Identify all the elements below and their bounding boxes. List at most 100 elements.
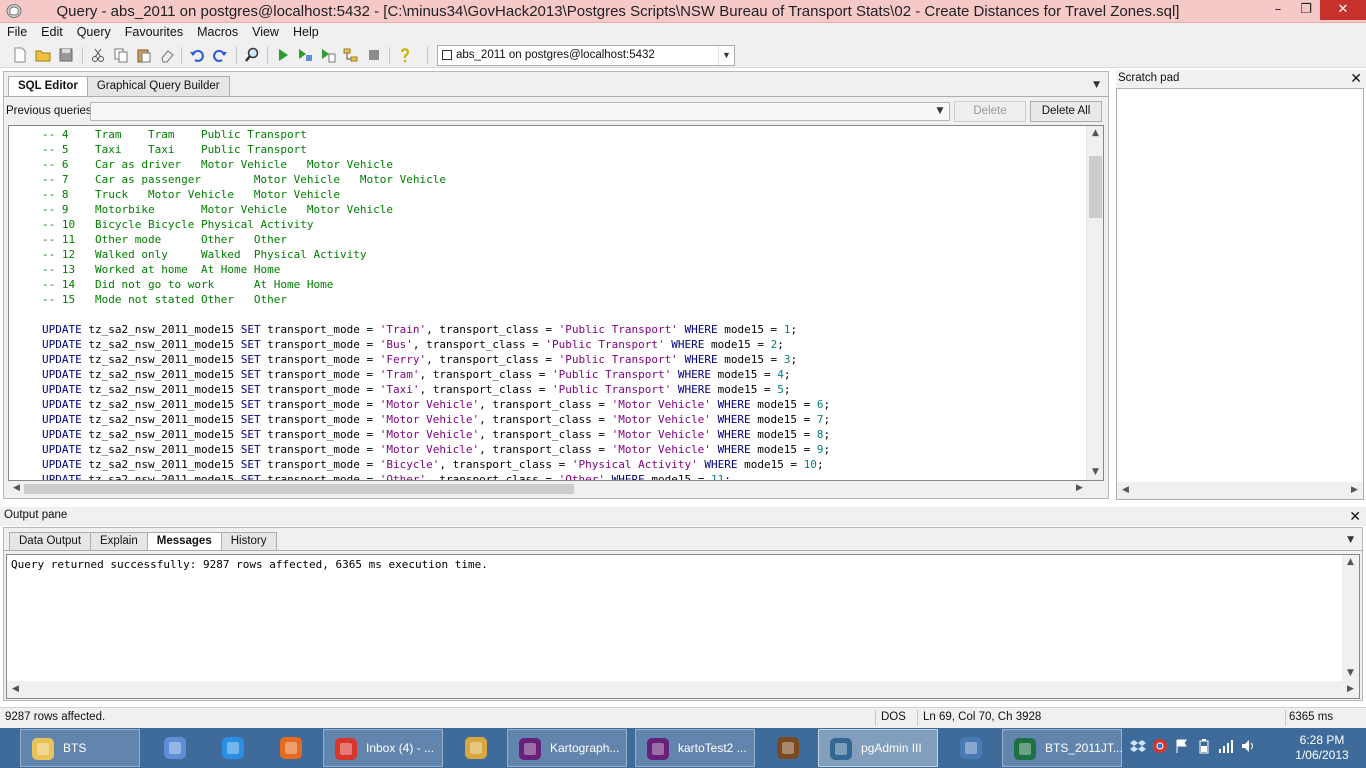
chevron-down-icon[interactable]: ▼: [932, 103, 948, 120]
cut-icon[interactable]: [90, 47, 106, 63]
explain-query-icon[interactable]: [343, 47, 359, 63]
sql-string: 'Motor Vehicle': [611, 413, 711, 426]
taskbar-button-0[interactable]: BTS: [20, 729, 140, 767]
output-vertical-scrollbar[interactable]: ▲ ▼: [1342, 555, 1359, 681]
close-button[interactable]: ✕: [1320, 0, 1366, 20]
scroll-left-icon[interactable]: ◀: [8, 481, 25, 496]
menu-view[interactable]: View: [245, 23, 286, 43]
execute-icon[interactable]: [275, 47, 291, 63]
messages-output[interactable]: Query returned successfully: 9287 rows a…: [6, 554, 1360, 699]
taskbar-button-9[interactable]: pgAdmin III: [818, 729, 938, 767]
open-folder-icon[interactable]: [35, 47, 51, 63]
taskbar-button-label: pgAdmin III: [861, 741, 922, 755]
sql-string: 'Motor Vehicle': [611, 428, 711, 441]
sql-identifier: , transport_class =: [426, 323, 559, 336]
help-icon[interactable]: [397, 47, 413, 63]
editor-vertical-scrollbar[interactable]: ▲ ▼: [1086, 126, 1103, 480]
sql-code-editor[interactable]: -- 4 Tram Tram Public Transport -- 5 Taxi…: [8, 125, 1104, 481]
connection-checkbox[interactable]: [442, 50, 452, 60]
volume-icon[interactable]: [1240, 738, 1256, 754]
taskbar-button-label: BTS: [63, 741, 87, 755]
taskbar-button-6[interactable]: Kartograph...: [507, 729, 627, 767]
scroll-up-icon[interactable]: ▲: [1342, 555, 1359, 570]
execute-pgscript-icon[interactable]: [297, 47, 313, 63]
dropbox-icon[interactable]: [1130, 738, 1146, 754]
scroll-down-icon[interactable]: ▼: [1087, 465, 1103, 480]
redo-icon[interactable]: [212, 47, 228, 63]
sql-identifier: , transport_class =: [479, 413, 612, 426]
paste-icon[interactable]: [136, 47, 152, 63]
delete-all-button[interactable]: Delete All: [1030, 101, 1102, 122]
scroll-left-icon[interactable]: ◀: [1117, 483, 1134, 498]
chrome-tray-icon[interactable]: [1152, 738, 1168, 754]
taskbar-button-5[interactable]: [451, 729, 501, 767]
tab-explain[interactable]: Explain: [90, 532, 148, 550]
tab-menu-arrow-icon[interactable]: ▼: [1093, 80, 1100, 90]
new-file-icon[interactable]: [12, 47, 28, 63]
delete-button[interactable]: Delete: [954, 101, 1026, 122]
tab-messages[interactable]: Messages: [146, 532, 222, 551]
output-horizontal-scrollbar[interactable]: ◀ ▶: [7, 681, 1359, 698]
eraser-icon[interactable]: [159, 47, 175, 63]
scroll-thumb[interactable]: [24, 484, 574, 494]
taskbar-clock[interactable]: 6:28 PM 1/06/2013: [1282, 733, 1362, 763]
close-icon[interactable]: ✕: [1350, 70, 1362, 87]
tab-menu-arrow-icon[interactable]: ▼: [1347, 535, 1354, 545]
sql-keyword: UPDATE: [42, 323, 82, 336]
scroll-right-icon[interactable]: ▶: [1346, 483, 1363, 498]
undo-icon[interactable]: [189, 47, 205, 63]
sql-string: 'Tram': [379, 368, 420, 381]
taskbar-button-11[interactable]: BTS_2011JT...: [1002, 729, 1123, 767]
menu-file[interactable]: File: [0, 23, 34, 43]
flag-icon[interactable]: [1174, 738, 1190, 754]
sql-string: 'Taxi': [379, 383, 420, 396]
taskbar-button-8[interactable]: [763, 729, 813, 767]
scroll-up-icon[interactable]: ▲: [1087, 126, 1103, 141]
sql-string: 'Motor Vehicle': [379, 428, 480, 441]
tab-data-output[interactable]: Data Output: [9, 532, 92, 550]
find-icon[interactable]: [244, 47, 260, 63]
minimize-button[interactable]: –: [1264, 0, 1292, 20]
menu-help[interactable]: Help: [286, 23, 326, 43]
menu-query[interactable]: Query: [70, 23, 118, 43]
previous-queries-select[interactable]: ▼: [90, 102, 950, 121]
sql-identifier: , transport_class =: [426, 473, 559, 481]
taskbar-button-10[interactable]: [946, 729, 996, 767]
scroll-right-icon[interactable]: ▶: [1342, 682, 1359, 697]
menu-macros[interactable]: Macros: [190, 23, 245, 43]
menu-edit[interactable]: Edit: [34, 23, 70, 43]
execute-to-file-icon[interactable]: [320, 47, 336, 63]
chevron-down-icon[interactable]: ▼: [718, 46, 734, 65]
scratch-horizontal-scrollbar[interactable]: ◀ ▶: [1117, 482, 1363, 499]
copy-icon[interactable]: [113, 47, 129, 63]
sql-identifier: tz_sa2_nsw_2011_mode15: [81, 368, 241, 381]
cancel-query-icon[interactable]: [366, 47, 382, 63]
scroll-thumb[interactable]: [1089, 156, 1102, 218]
taskbar-button-2[interactable]: [208, 729, 258, 767]
scroll-right-icon[interactable]: ▶: [1071, 481, 1088, 496]
scroll-down-icon[interactable]: ▼: [1342, 666, 1359, 681]
connection-select[interactable]: abs_2011 on postgres@localhost:5432 ▼: [437, 45, 735, 66]
signal-icon[interactable]: [1218, 738, 1234, 754]
scroll-left-icon[interactable]: ◀: [7, 682, 24, 697]
sql-keyword: UPDATE: [42, 428, 82, 441]
tab-history[interactable]: History: [220, 532, 277, 550]
menu-favourites[interactable]: Favourites: [118, 23, 190, 43]
taskbar-button-4[interactable]: Inbox (4) - ...: [323, 729, 443, 767]
taskbar-button-3[interactable]: [266, 729, 316, 767]
close-icon[interactable]: ✕: [1349, 508, 1361, 525]
code-update-line: UPDATE tz_sa2_nsw_2011_mode15 SET transp…: [42, 368, 791, 381]
taskbar-button-1[interactable]: [150, 729, 200, 767]
control-panel-icon: [161, 734, 189, 762]
sql-identifier: , transport_class =: [479, 428, 612, 441]
code-comment-line: -- 9 Motorbike Motor Vehicle Motor Vehic…: [42, 203, 393, 216]
battery-icon[interactable]: [1196, 738, 1212, 754]
tab-graphical-query-builder[interactable]: Graphical Query Builder: [86, 76, 230, 96]
editor-horizontal-scrollbar[interactable]: ◀ ▶: [8, 481, 1088, 497]
scratch-pad-textarea[interactable]: ◀ ▶: [1116, 88, 1364, 500]
restore-button[interactable]: ❐: [1292, 0, 1320, 20]
sql-keyword: WHERE: [611, 473, 645, 481]
tab-sql-editor[interactable]: SQL Editor: [8, 76, 88, 97]
taskbar-button-7[interactable]: kartoTest2 ...: [635, 729, 755, 767]
save-icon[interactable]: [58, 47, 74, 63]
